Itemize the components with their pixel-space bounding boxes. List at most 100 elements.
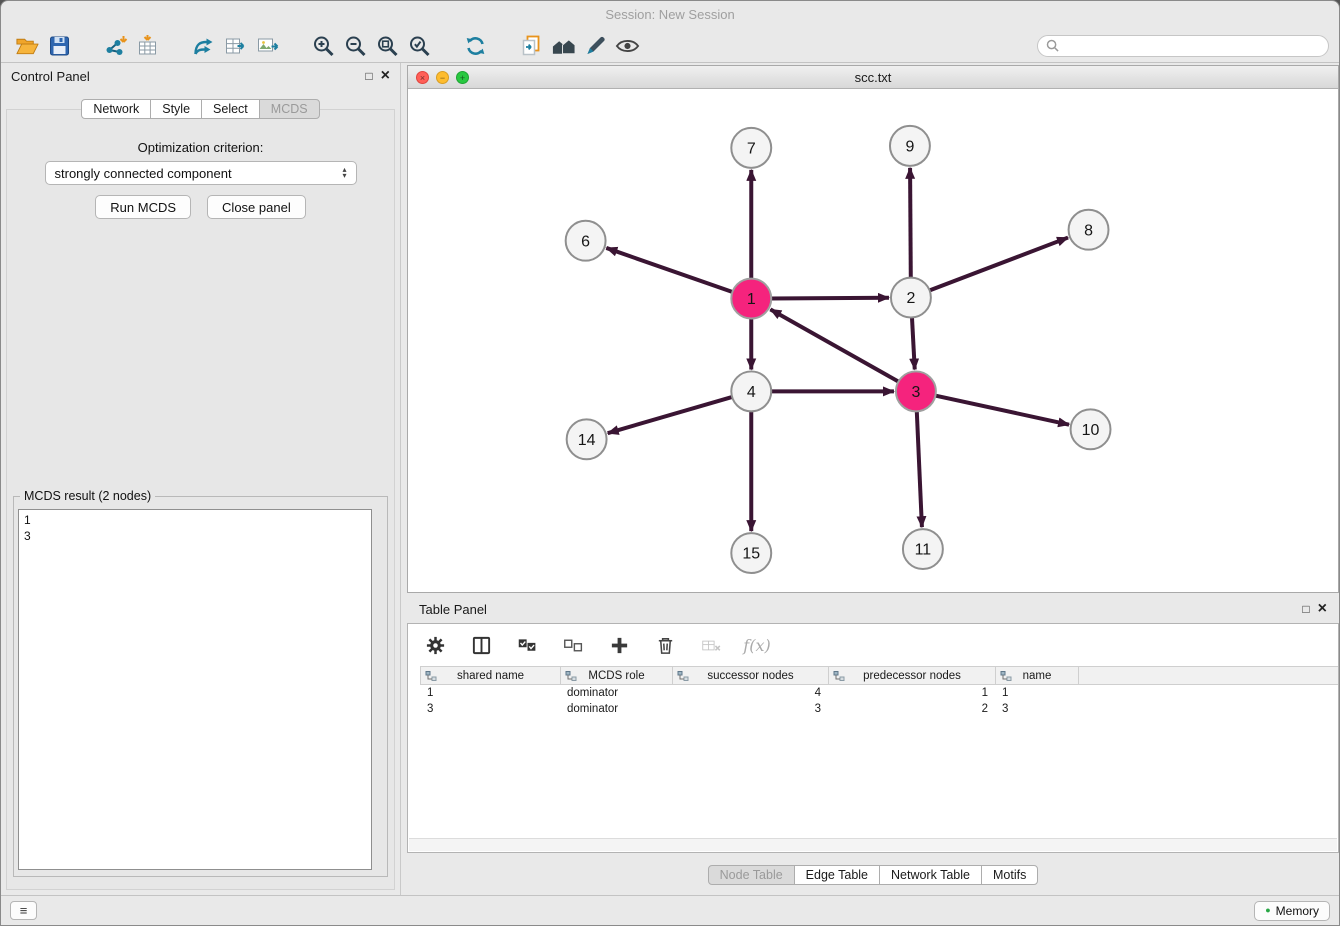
table-cell: dominator xyxy=(560,685,672,701)
delete-table-button[interactable] xyxy=(698,632,724,658)
zoom-fit-button[interactable] xyxy=(371,31,403,61)
table-tabs: Node Table Edge Table Network Table Moti… xyxy=(407,865,1339,885)
mcds-result-list[interactable]: 13 xyxy=(18,509,372,870)
column-header-shared-name[interactable]: shared name xyxy=(420,667,560,684)
table-cell: 1 xyxy=(995,685,1079,701)
chevron-up-down-icon: ▴▾ xyxy=(342,167,346,179)
tab-style[interactable]: Style xyxy=(150,99,202,119)
add-column-button[interactable] xyxy=(606,632,632,658)
table-row[interactable]: 3dominator323 xyxy=(420,701,1338,717)
table-row[interactable]: 1dominator411 xyxy=(420,685,1338,701)
branch-arrows-icon xyxy=(191,34,216,58)
tab-motifs[interactable]: Motifs xyxy=(981,865,1038,885)
graph-edge[interactable] xyxy=(928,238,1068,292)
apply-layout-button[interactable] xyxy=(459,31,491,61)
graph-node-label: 8 xyxy=(1084,222,1093,239)
task-history-button[interactable]: ≡ xyxy=(10,901,37,920)
app-window: Session: New Session xyxy=(0,0,1340,926)
window-close-icon[interactable]: × xyxy=(416,71,429,84)
import-network-icon xyxy=(103,34,128,58)
table-panel-title: Table Panel xyxy=(419,602,487,617)
traffic-lights: × − + xyxy=(416,66,469,88)
control-panel-title: Control Panel xyxy=(11,69,90,84)
network-window-titlebar[interactable]: × − + scc.txt xyxy=(408,66,1338,89)
main-toolbar xyxy=(1,29,1339,63)
column-header-successor-nodes[interactable]: successor nodes xyxy=(672,667,828,684)
tab-network[interactable]: Network xyxy=(81,99,151,119)
close-table-panel-icon[interactable]: × xyxy=(1318,601,1327,617)
graph-edge[interactable] xyxy=(933,395,1069,424)
zoom-selected-button[interactable] xyxy=(403,31,435,61)
tab-node-table[interactable]: Node Table xyxy=(708,865,795,885)
style-pen-button[interactable] xyxy=(579,31,611,61)
copy-view-button[interactable] xyxy=(515,31,547,61)
network-graph[interactable]: 7968124314101511 xyxy=(408,90,1338,592)
network-window: × − + scc.txt 7968124314101511 xyxy=(407,65,1339,593)
memory-button[interactable]: ● Memory xyxy=(1254,901,1330,921)
split-columns-button[interactable] xyxy=(468,632,494,658)
select-all-rows-button[interactable] xyxy=(514,632,540,658)
refresh-icon xyxy=(463,34,488,58)
run-mcds-button[interactable]: Run MCDS xyxy=(95,195,191,219)
graph-edge[interactable] xyxy=(910,168,911,280)
export-table-button[interactable] xyxy=(219,31,251,61)
graph-node-label: 9 xyxy=(905,138,914,155)
trash-icon xyxy=(655,635,676,656)
node-table-body: 1dominator4113dominator323 xyxy=(420,685,1338,717)
zoom-in-button[interactable] xyxy=(307,31,339,61)
search-box[interactable] xyxy=(1037,35,1329,57)
horizontal-scrollbar[interactable] xyxy=(409,838,1337,851)
gear-icon xyxy=(425,635,446,656)
control-panel-tabs: Network Style Select MCDS xyxy=(1,99,400,119)
network-canvas[interactable]: 7968124314101511 xyxy=(408,90,1338,592)
duplicate-network-button[interactable] xyxy=(187,31,219,61)
column-type-icon xyxy=(1000,670,1012,682)
close-panel-button[interactable]: Close panel xyxy=(207,195,306,219)
tab-select[interactable]: Select xyxy=(201,99,260,119)
menu-icon: ≡ xyxy=(20,903,28,918)
mcds-panel: Optimization criterion: strongly connect… xyxy=(6,109,395,890)
export-image-button[interactable] xyxy=(251,31,283,61)
graph-edge[interactable] xyxy=(608,396,734,433)
import-network-button[interactable] xyxy=(99,31,131,61)
graph-edge[interactable] xyxy=(912,316,915,370)
import-table-button[interactable] xyxy=(131,31,163,61)
titlebar[interactable]: Session: New Session xyxy=(1,1,1339,29)
close-panel-icon[interactable]: × xyxy=(381,68,390,84)
window-minimize-icon[interactable]: − xyxy=(436,71,449,84)
column-settings-button[interactable] xyxy=(422,632,448,658)
graph-node-label: 14 xyxy=(578,432,596,449)
float-table-panel-icon[interactable]: □ xyxy=(1302,603,1309,615)
table-cell: 4 xyxy=(672,685,828,701)
graph-edge[interactable] xyxy=(770,309,900,382)
function-builder-button[interactable]: f(x) xyxy=(744,632,770,658)
tab-mcds[interactable]: MCDS xyxy=(259,99,320,119)
float-panel-icon[interactable]: □ xyxy=(365,70,372,82)
zoom-out-button[interactable] xyxy=(339,31,371,61)
search-icon xyxy=(1046,39,1059,52)
delete-column-button[interactable] xyxy=(652,632,678,658)
column-header-mcds-role[interactable]: MCDS role xyxy=(560,667,672,684)
columns-icon xyxy=(471,635,492,656)
overview-button[interactable] xyxy=(547,31,579,61)
table-cell: 3 xyxy=(995,701,1079,717)
graph-edge[interactable] xyxy=(917,409,922,527)
graph-node-label: 4 xyxy=(747,384,756,401)
toggle-visibility-button[interactable] xyxy=(611,31,643,61)
optimization-criterion-select[interactable]: strongly connected component ▴▾ xyxy=(45,161,357,185)
graph-edge[interactable] xyxy=(606,248,734,293)
deselect-all-rows-button[interactable] xyxy=(560,632,586,658)
column-header-name[interactable]: name xyxy=(995,667,1079,684)
save-session-button[interactable] xyxy=(43,31,75,61)
tab-network-table[interactable]: Network Table xyxy=(879,865,982,885)
mcds-result-line: 1 xyxy=(24,512,366,528)
search-input[interactable] xyxy=(1064,39,1320,53)
column-type-icon xyxy=(677,670,689,682)
tab-edge-table[interactable]: Edge Table xyxy=(794,865,880,885)
window-zoom-icon[interactable]: + xyxy=(456,71,469,84)
column-header-predecessor-nodes[interactable]: predecessor nodes xyxy=(828,667,995,684)
window-title: Session: New Session xyxy=(605,7,734,22)
open-session-button[interactable] xyxy=(11,31,43,61)
graph-node-label: 2 xyxy=(906,290,915,307)
graph-edge[interactable] xyxy=(769,298,889,299)
